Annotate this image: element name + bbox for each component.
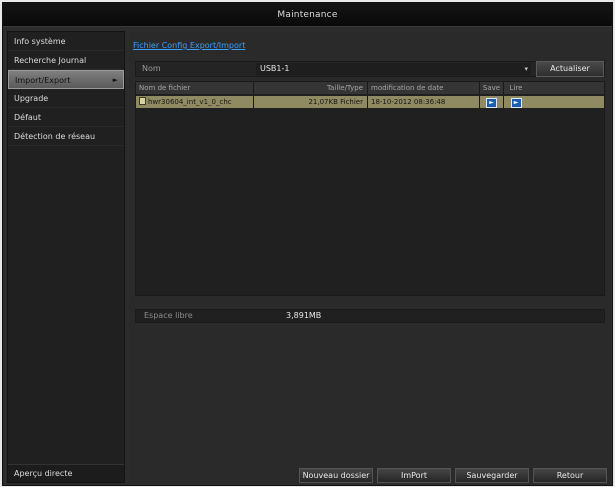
read-cell: ►	[504, 96, 528, 108]
refresh-button[interactable]: Actualiser	[536, 61, 604, 77]
file-name: hwr30604_int_v1_0_chc	[148, 98, 232, 106]
device-select[interactable]: USB1-1 ▾	[256, 63, 531, 75]
device-row: Nom USB1-1 ▾ Actualiser	[135, 61, 605, 77]
free-space-value: 3,891MB	[286, 311, 322, 320]
header-save: Save	[480, 82, 504, 94]
save-button[interactable]: Sauvegarder	[455, 468, 529, 483]
chevron-down-icon: ▾	[524, 65, 528, 73]
sidebar: Info système Recherche Journal Import/Ex…	[7, 31, 125, 483]
new-folder-button[interactable]: Nouveau dossier	[299, 468, 373, 483]
sidebar-item-label: Import/Export	[15, 76, 71, 85]
save-cell: ►	[480, 96, 504, 108]
file-table: Nom de fichier Taille/Type modification …	[135, 81, 605, 296]
window-title: Maintenance	[3, 3, 612, 27]
sidebar-item-import-export[interactable]: Import/Export ►	[8, 70, 124, 89]
save-file-icon[interactable]: ►	[486, 98, 497, 108]
header-size: Taille/Type	[254, 82, 368, 94]
arrow-right-icon: ►	[112, 76, 118, 84]
device-label: Nom	[142, 64, 161, 73]
table-row[interactable]: hwr30604_int_v1_0_chc 21,07KB Fichier 18…	[136, 96, 604, 108]
sidebar-item-info-systeme[interactable]: Info système	[8, 32, 124, 51]
back-button[interactable]: Retour	[533, 468, 607, 483]
file-date: 18-10-2012 08:36:48	[368, 96, 480, 108]
file-name-cell: hwr30604_int_v1_0_chc	[136, 96, 254, 108]
table-header: Nom de fichier Taille/Type modification …	[136, 82, 604, 94]
import-button[interactable]: ImPort	[377, 468, 451, 483]
header-read: Lire	[509, 84, 523, 92]
sidebar-item-upgrade[interactable]: Upgrade	[8, 89, 124, 108]
header-date: modification de date	[368, 82, 480, 94]
header-name: Nom de fichier	[136, 82, 254, 94]
free-space-label: Espace libre	[144, 311, 193, 320]
sidebar-item-defaut[interactable]: Défaut	[8, 108, 124, 127]
live-view-button[interactable]: Aperçu directe	[8, 464, 124, 482]
play-icon[interactable]: ►	[510, 98, 522, 108]
sidebar-item-recherche-journal[interactable]: Recherche Journal	[8, 51, 124, 70]
file-size: 21,07KB Fichier	[254, 96, 368, 108]
main-content: Fichier Config Export/Import Nom USB1-1 …	[129, 31, 611, 483]
file-icon	[139, 97, 146, 105]
maintenance-window: Maintenance Info système Recherche Journ…	[2, 2, 613, 486]
free-space-row: Espace libre 3,891MB	[135, 309, 605, 323]
device-select-value: USB1-1	[260, 64, 290, 73]
section-title-link[interactable]: Fichier Config Export/Import	[133, 41, 245, 50]
sidebar-item-detection-reseau[interactable]: Détection de réseau	[8, 127, 124, 146]
